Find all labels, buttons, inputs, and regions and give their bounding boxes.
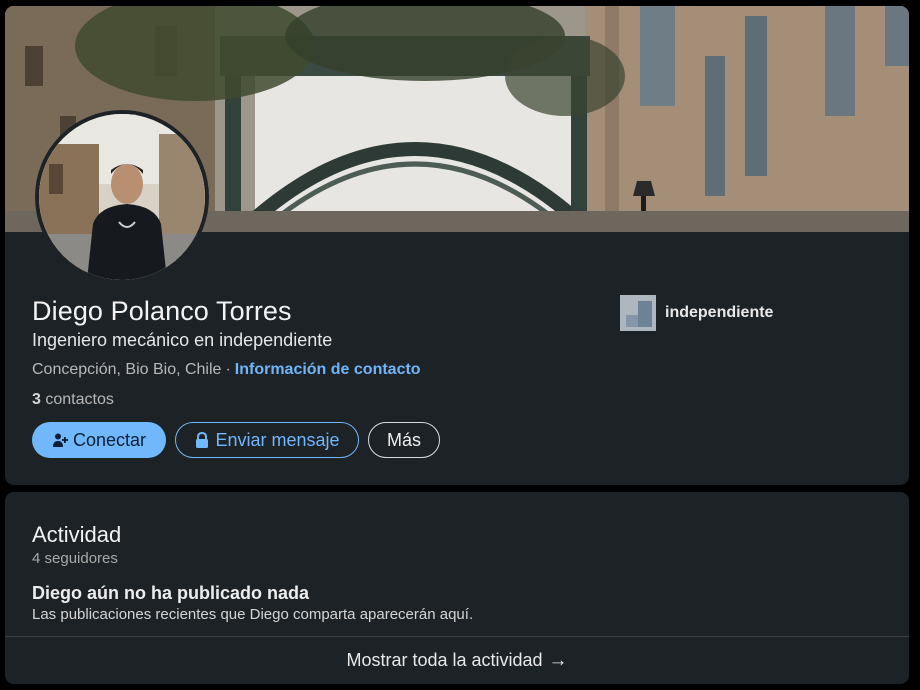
- send-message-label: Enviar mensaje: [215, 429, 340, 450]
- activity-title: Actividad: [32, 522, 122, 547]
- profile-avatar[interactable]: [35, 110, 209, 284]
- connect-button[interactable]: Conectar: [32, 422, 166, 458]
- more-button[interactable]: Más: [368, 422, 440, 458]
- connections-label: contactos: [45, 391, 114, 408]
- profile-name: Diego Polanco Torres: [32, 296, 292, 326]
- connect-label: Conectar: [72, 429, 147, 450]
- activity-empty-subtitle: Las publicaciones recientes que Diego co…: [32, 606, 474, 623]
- show-all-activity-label: Mostrar toda la actividad: [346, 650, 543, 670]
- activity-empty-title: Diego aún no ha publicado nada: [32, 583, 310, 603]
- followers-count[interactable]: 4 seguidores: [32, 550, 118, 567]
- more-label: Más: [386, 429, 421, 450]
- lock-icon: [194, 431, 210, 449]
- profile-photo-illustration: [39, 114, 205, 280]
- separator-dot: ·: [225, 361, 231, 378]
- contact-info-link[interactable]: Información de contacto: [235, 361, 421, 378]
- profile-card: Diego Polanco Torres Ingeniero mecánico …: [5, 6, 909, 485]
- connections-number: 3: [32, 391, 41, 408]
- add-person-icon: [52, 432, 68, 448]
- profile-location: Concepción, Bio Bio, Chile: [32, 361, 222, 378]
- company-logo-icon: [620, 295, 656, 331]
- show-all-activity-button[interactable]: Mostrar toda la actividad →: [5, 637, 909, 684]
- send-message-button[interactable]: Enviar mensaje: [175, 422, 359, 458]
- connections-count[interactable]: 3 contactos: [32, 391, 114, 409]
- profile-headline: Ingeniero mecánico en independiente: [32, 330, 333, 350]
- location-line: Concepción, Bio Bio, Chile · Información d…: [32, 361, 421, 379]
- current-company[interactable]: independiente: [620, 295, 773, 331]
- company-name: independiente: [665, 304, 774, 321]
- activity-card: Actividad 4 seguidores Diego aún no ha p…: [5, 492, 909, 684]
- arrow-right-icon: →: [548, 649, 568, 671]
